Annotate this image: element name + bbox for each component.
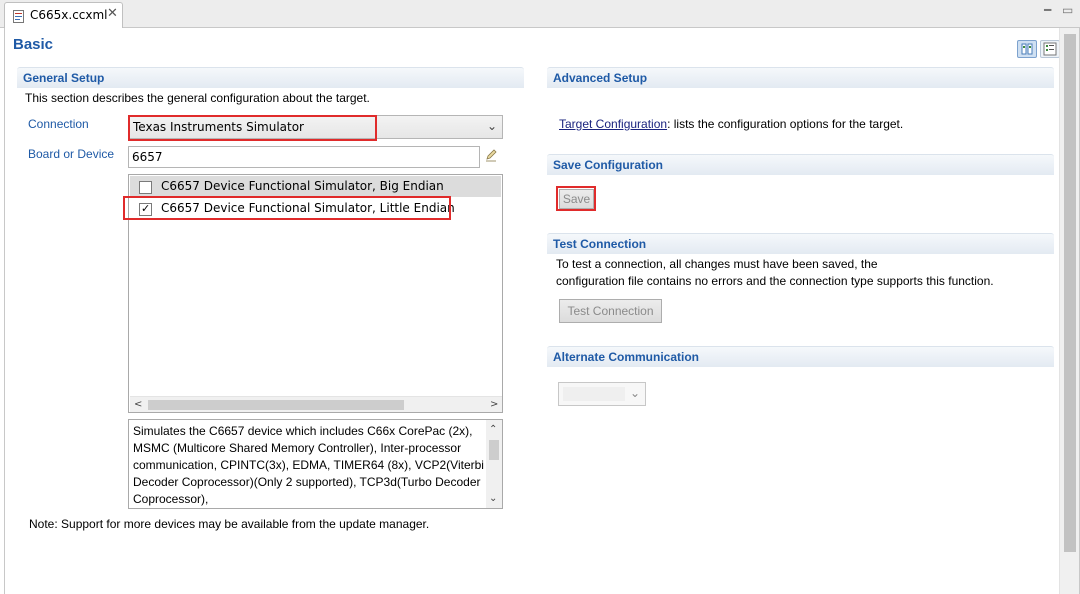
list-item[interactable]: C6657 Device Functional Simulator, Big E…: [130, 176, 501, 197]
scroll-left-icon[interactable]: <: [134, 400, 142, 410]
scrollbar-thumb[interactable]: [1064, 34, 1076, 552]
alternate-communication-select[interactable]: ⌄: [558, 382, 646, 406]
page-title: Basic: [13, 36, 54, 53]
target-config-suffix: : lists the configuration options for th…: [667, 117, 904, 131]
connection-label: Connection: [28, 117, 89, 131]
general-setup-description: This section describes the general confi…: [25, 91, 370, 105]
editor-vertical-scrollbar[interactable]: [1059, 28, 1079, 594]
save-configuration-header: Save Configuration: [547, 154, 1054, 175]
alternate-communication-title: Alternate Communication: [553, 350, 700, 364]
tab-label: C665x.ccxml: [30, 8, 108, 22]
alternate-communication-header: Alternate Communication: [547, 346, 1054, 367]
device-checkbox[interactable]: [139, 181, 152, 194]
test-connection-line2: configuration file contains no errors an…: [556, 274, 994, 288]
maximize-icon[interactable]: ▭: [1062, 4, 1073, 16]
pencil-icon[interactable]: [484, 148, 498, 162]
scroll-up-icon[interactable]: ⌃: [489, 425, 497, 435]
horizontal-scrollbar[interactable]: < >: [130, 396, 502, 412]
device-highlight: [123, 196, 451, 220]
column-layout-icon[interactable]: [1017, 40, 1037, 58]
save-highlight: [556, 186, 596, 211]
board-input[interactable]: 6657: [128, 146, 480, 168]
minimize-icon[interactable]: ━: [1044, 4, 1051, 16]
target-config-line: Target Configuration: lists the configur…: [559, 117, 903, 131]
test-connection-button[interactable]: Test Connection: [559, 299, 662, 323]
editor-tab-bar: C665x.ccxml ✕ ━ ▭: [0, 0, 1080, 28]
chevron-down-icon: ⌄: [486, 119, 497, 133]
target-configuration-link[interactable]: Target Configuration: [559, 117, 667, 131]
scrollbar-thumb[interactable]: [148, 400, 404, 410]
advanced-setup-header: Advanced Setup: [547, 67, 1054, 88]
scroll-down-icon[interactable]: ⌄: [489, 494, 497, 504]
save-configuration-title: Save Configuration: [553, 158, 664, 172]
vertical-scrollbar[interactable]: ⌃ ⌄: [486, 420, 502, 508]
scroll-right-icon[interactable]: >: [490, 400, 498, 410]
update-note: Note: Support for more devices may be av…: [29, 517, 430, 531]
device-description: Simulates the C6657 device which include…: [133, 424, 484, 506]
advanced-setup-title: Advanced Setup: [553, 71, 648, 85]
device-description-box[interactable]: Simulates the C6657 device which include…: [128, 419, 503, 509]
alternate-communication-value: [563, 387, 625, 401]
board-label: Board or Device: [28, 147, 115, 161]
test-connection-line1: To test a connection, all changes must h…: [556, 257, 878, 271]
xml-file-icon: [13, 10, 24, 23]
editor-tab[interactable]: C665x.ccxml ✕: [4, 2, 123, 28]
test-connection-header: Test Connection: [547, 233, 1054, 254]
device-label: C6657 Device Functional Simulator, Big E…: [161, 179, 444, 193]
close-icon[interactable]: ✕: [107, 7, 118, 21]
chevron-down-icon: ⌄: [630, 386, 641, 400]
general-setup-title: General Setup: [23, 71, 105, 85]
board-value: 6657: [132, 150, 163, 164]
connection-highlight: [128, 115, 377, 141]
general-setup-header: General Setup: [17, 67, 524, 88]
scrollbar-thumb[interactable]: [489, 440, 499, 460]
test-connection-title: Test Connection: [553, 237, 647, 251]
list-layout-icon[interactable]: [1040, 40, 1060, 58]
